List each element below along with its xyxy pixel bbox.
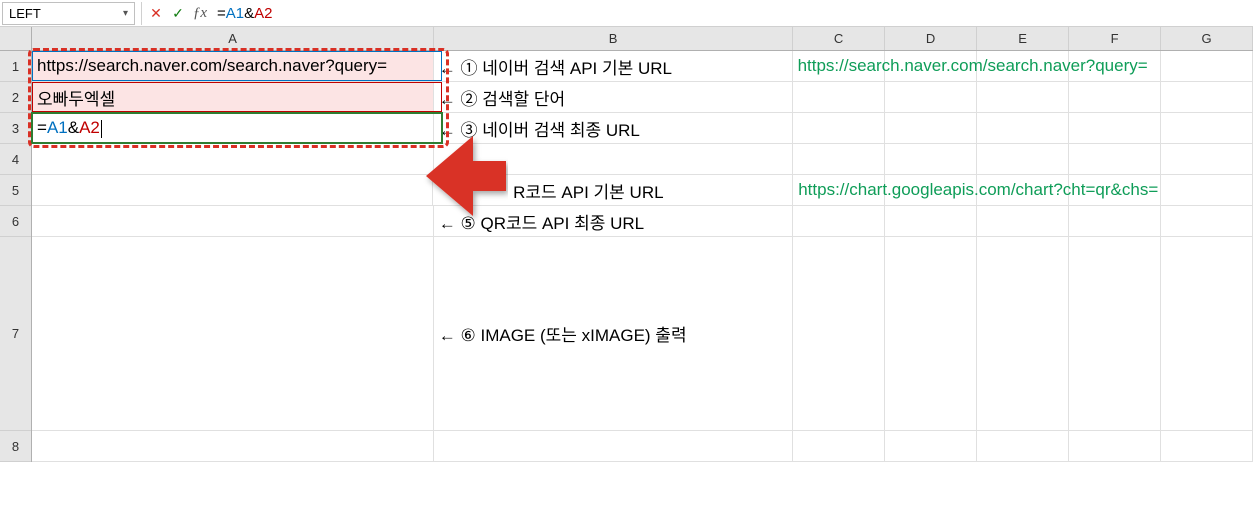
cell-C6[interactable] [793,206,885,236]
column-headers: A B C D E F G [32,27,1253,51]
cell-A8[interactable] [32,431,434,461]
cell-B4[interactable] [434,144,793,174]
name-box-dropdown-icon[interactable]: ▾ [123,8,128,19]
cell-F3[interactable] [1069,113,1161,143]
cell-G8[interactable] [1161,431,1253,461]
cell-A3-editing: =A1&A2 [37,118,102,138]
cell-F8[interactable] [1069,431,1161,461]
col-header-C[interactable]: C [793,27,885,50]
cell-D3[interactable] [885,113,977,143]
cell-B3[interactable]: ← ③ 네이버 검색 최종 URL [434,113,793,143]
cell-A6[interactable] [32,206,434,236]
cell-A7[interactable] [32,237,434,430]
row-headers: 1 2 3 4 5 6 7 8 [0,51,32,462]
cell-C7[interactable] [793,237,885,430]
col-header-B[interactable]: B [434,27,793,50]
cell-A3[interactable]: =A1&A2 [32,113,434,143]
cell-D8[interactable] [885,431,977,461]
row-header-2[interactable]: 2 [0,82,31,113]
cell-B1[interactable]: ← ① 네이버 검색 API 기본 URL [434,51,793,81]
insert-function-button[interactable]: ƒx [189,2,211,25]
formula-eq: = [217,5,226,22]
cell-A1[interactable]: https://search.naver.com/search.naver?qu… [32,51,434,81]
cell-G7[interactable] [1161,237,1253,430]
cell-C1[interactable]: https://search.naver.com/search.naver?qu… [793,51,885,81]
formula-input[interactable]: =A1&A2 [211,5,1253,22]
cell-E3[interactable] [977,113,1069,143]
formula-amp: & [244,5,254,22]
cell-G4[interactable] [1161,144,1253,174]
cell-C2[interactable] [793,82,885,112]
cell-D6[interactable] [885,206,977,236]
cell-E8[interactable] [977,431,1069,461]
cell-G5[interactable] [1161,175,1253,205]
cell-E2[interactable] [977,82,1069,112]
row-header-3[interactable]: 3 [0,113,31,144]
name-box[interactable]: LEFT ▾ [2,2,135,25]
col-header-G[interactable]: G [1161,27,1253,50]
formula-bar: LEFT ▾ ✕ ✓ ƒx =A1&A2 [0,0,1253,27]
text-caret [101,120,102,138]
cell-B2[interactable]: ← ② 검색할 단어 [434,82,793,112]
cell-D7[interactable] [885,237,977,430]
cell-B5[interactable]: R코드 API 기본 URL [433,175,793,205]
cell-F7[interactable] [1069,237,1161,430]
cancel-button[interactable]: ✕ [145,2,167,25]
cell-F4[interactable] [1069,144,1161,174]
col-header-A[interactable]: A [32,27,434,50]
row-header-6[interactable]: 6 [0,206,31,237]
cell-C3[interactable] [793,113,885,143]
enter-button[interactable]: ✓ [167,2,189,25]
cell-F6[interactable] [1069,206,1161,236]
col-header-F[interactable]: F [1069,27,1161,50]
row-header-5[interactable]: 5 [0,175,31,206]
cell-grid: https://search.naver.com/search.naver?qu… [32,51,1253,514]
row-header-1[interactable]: 1 [0,51,31,82]
cell-F2[interactable] [1069,82,1161,112]
formula-ref-a1: A1 [226,5,244,22]
cell-E6[interactable] [977,206,1069,236]
cell-A4[interactable] [32,144,434,174]
cell-B6[interactable]: ← ⑤ QR코드 API 최종 URL [434,206,793,236]
cell-E4[interactable] [977,144,1069,174]
divider [141,2,142,25]
cell-G1[interactable] [1161,51,1253,81]
cell-G6[interactable] [1161,206,1253,236]
cell-C4[interactable] [793,144,885,174]
cell-ref-a2: A2 [79,118,100,137]
cell-G3[interactable] [1161,113,1253,143]
cell-B8[interactable] [434,431,793,461]
cell-G2[interactable] [1161,82,1253,112]
select-all-corner[interactable] [0,27,32,51]
col-header-D[interactable]: D [885,27,977,50]
cell-E7[interactable] [977,237,1069,430]
name-box-value: LEFT [9,6,123,21]
cell-A5[interactable] [32,175,433,205]
cell-D4[interactable] [885,144,977,174]
row-header-4[interactable]: 4 [0,144,31,175]
cell-C8[interactable] [793,431,885,461]
row-header-8[interactable]: 8 [0,431,31,462]
cell-D2[interactable] [885,82,977,112]
formula-ref-a2: A2 [254,5,272,22]
cell-ref-a1: A1 [47,118,68,137]
cell-B7[interactable]: ← ⑥ IMAGE (또는 xIMAGE) 출력 [434,237,793,430]
row-header-7[interactable]: 7 [0,237,31,431]
cell-C5[interactable]: https://chart.googleapis.com/chart?cht=q… [793,175,885,205]
col-header-E[interactable]: E [977,27,1069,50]
cell-A2[interactable]: 오빠두엑셀 [32,82,434,112]
